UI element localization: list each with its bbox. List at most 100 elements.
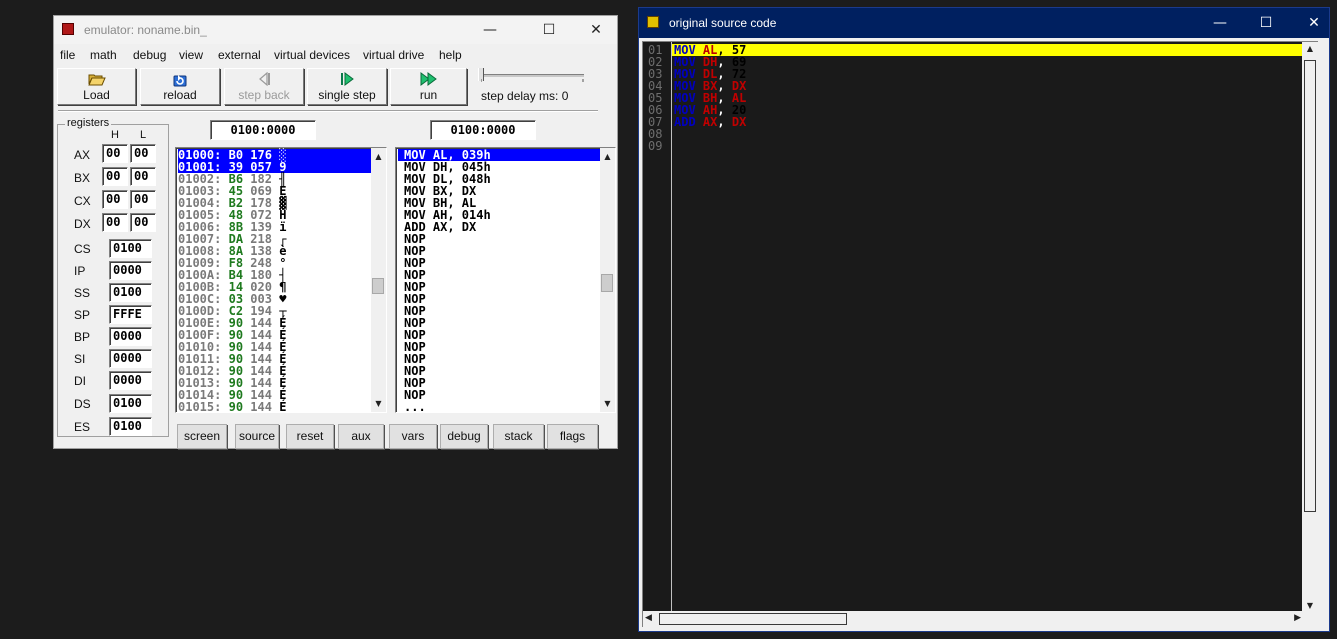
- dx-low-field[interactable]: 00: [130, 213, 156, 232]
- load-label: Load: [83, 88, 110, 102]
- memory-row[interactable]: 01015: 90 144 É: [178, 400, 371, 413]
- scroll-down-icon[interactable]: ▼: [1302, 601, 1318, 610]
- run-button[interactable]: run: [390, 68, 467, 105]
- menu-external[interactable]: external: [218, 48, 261, 62]
- ax-high-field[interactable]: 00: [102, 144, 128, 163]
- memory-list[interactable]: 01000: B0 176 ░ 01001: 39 057 9 01002: B6 …: [175, 147, 387, 413]
- menu-file[interactable]: file: [60, 48, 75, 62]
- menu-view[interactable]: view: [179, 48, 203, 62]
- disassembly-row[interactable]: NOP: [398, 245, 600, 257]
- minimize-icon[interactable]: —: [471, 18, 509, 42]
- menu-virtual-drive[interactable]: virtual drive: [363, 48, 424, 62]
- step-back-icon: [225, 71, 303, 88]
- scroll-up-icon[interactable]: ▲: [1302, 44, 1318, 53]
- scroll-up-icon[interactable]: ▲: [600, 149, 615, 164]
- bx-high-field[interactable]: 00: [102, 167, 128, 186]
- flags-button[interactable]: flags: [547, 424, 598, 449]
- ss-field[interactable]: 0100: [109, 283, 152, 302]
- emulator-titlebar[interactable]: emulator: noname.bin_ — ☐ ✕: [54, 16, 617, 44]
- maximize-icon[interactable]: ☐: [1247, 11, 1285, 35]
- disassembly-row[interactable]: NOP: [398, 329, 600, 341]
- vars-button[interactable]: vars: [389, 424, 437, 449]
- cx-high-field[interactable]: 00: [102, 190, 128, 209]
- disassembly-scroll-thumb[interactable]: [601, 274, 613, 292]
- close-icon[interactable]: ✕: [1295, 11, 1333, 35]
- source-editor[interactable]: 01 02 03 04 05 06 07 08 09 MOV AL, 57 MOV DH, 69 M…: [642, 41, 1318, 627]
- disassembly-row[interactable]: NOP: [398, 317, 600, 329]
- sp-field[interactable]: FFFE: [109, 305, 152, 324]
- disassembly-row[interactable]: ...: [398, 401, 600, 412]
- disassembly-scrollbar[interactable]: ▲ ▼: [600, 148, 615, 412]
- disassembly-list[interactable]: MOV AL, 039h MOV DH, 045h MOV DL, 048h MOV …: [395, 147, 616, 413]
- memory-hex: 90: [228, 400, 244, 413]
- step-delay-slider-track[interactable]: [481, 74, 584, 77]
- stack-button[interactable]: stack: [493, 424, 544, 449]
- reset-button[interactable]: reset: [286, 424, 334, 449]
- step-back-button[interactable]: step back: [224, 68, 304, 105]
- single-step-button[interactable]: single step: [307, 68, 387, 105]
- debug-button[interactable]: debug: [440, 424, 488, 449]
- source-line[interactable]: ADD AX, DX: [674, 116, 746, 128]
- disasm-address-field[interactable]: 0100:0000: [430, 120, 536, 140]
- disassembly-row[interactable]: NOP: [398, 389, 600, 401]
- source-vertical-scrollbar[interactable]: ▲ ▼: [1302, 42, 1318, 612]
- source-horizontal-thumb[interactable]: [659, 613, 847, 625]
- si-field[interactable]: 0000: [109, 349, 152, 368]
- disassembly-row[interactable]: NOP: [398, 293, 600, 305]
- source-button[interactable]: source: [235, 424, 279, 449]
- bx-low-field[interactable]: 00: [130, 167, 156, 186]
- di-field[interactable]: 0000: [109, 371, 152, 390]
- scroll-left-icon[interactable]: ◀: [645, 613, 652, 623]
- memory-address-field[interactable]: 0100:0000: [210, 120, 316, 140]
- disassembly-row[interactable]: NOP: [398, 257, 600, 269]
- ip-field[interactable]: 0000: [109, 261, 152, 280]
- register-label-dx: DX: [74, 217, 91, 231]
- scroll-down-icon[interactable]: ▼: [600, 396, 615, 411]
- disassembly-row[interactable]: NOP: [398, 365, 600, 377]
- menu-help[interactable]: help: [439, 48, 462, 62]
- source-horizontal-scrollbar[interactable]: ◀ ▶: [643, 611, 1303, 627]
- menu-debug[interactable]: debug: [133, 48, 166, 62]
- register-label-bp: BP: [74, 330, 91, 344]
- memory-chr: É: [279, 400, 287, 413]
- cs-field[interactable]: 0100: [109, 239, 152, 258]
- es-field[interactable]: 0100: [109, 417, 152, 436]
- single-step-label: single step: [318, 88, 376, 102]
- cx-low-field[interactable]: 00: [130, 190, 156, 209]
- ax-low-field[interactable]: 00: [130, 144, 156, 163]
- disassembly-row[interactable]: NOP: [398, 341, 600, 353]
- toolbar-separator: [58, 110, 598, 112]
- disassembly-row[interactable]: NOP: [398, 233, 600, 245]
- disassembly-row[interactable]: NOP: [398, 281, 600, 293]
- aux-button[interactable]: aux: [338, 424, 384, 449]
- screen-button[interactable]: screen: [177, 424, 227, 449]
- load-button[interactable]: Load: [57, 68, 136, 105]
- scroll-right-icon[interactable]: ▶: [1294, 613, 1301, 623]
- menu-math[interactable]: math: [90, 48, 117, 62]
- maximize-icon[interactable]: ☐: [530, 18, 568, 42]
- memory-scrollbar[interactable]: ▲ ▼: [371, 148, 386, 412]
- menu-virtual-devices[interactable]: virtual devices: [274, 48, 350, 62]
- source-vertical-thumb[interactable]: [1304, 60, 1316, 512]
- source-titlebar[interactable]: original source code — ☐ ✕: [639, 8, 1329, 38]
- disassembly-row[interactable]: NOP: [398, 377, 600, 389]
- register-col-h: H: [111, 129, 119, 141]
- source-app-icon: [647, 16, 659, 28]
- ds-field[interactable]: 0100: [109, 394, 152, 413]
- emulator-title: emulator: noname.bin_: [84, 23, 207, 37]
- disassembly-row[interactable]: NOP: [398, 305, 600, 317]
- bp-field[interactable]: 0000: [109, 327, 152, 346]
- reload-button[interactable]: reload: [140, 68, 220, 105]
- disassembly-row[interactable]: ADD AX, DX: [398, 221, 600, 233]
- close-icon[interactable]: ✕: [577, 18, 615, 42]
- minimize-icon[interactable]: —: [1201, 11, 1239, 35]
- disassembly-row[interactable]: NOP: [398, 269, 600, 281]
- memory-scroll-thumb[interactable]: [372, 278, 384, 294]
- emulator-menubar: file math debug view external virtual de…: [54, 46, 617, 66]
- dx-high-field[interactable]: 00: [102, 213, 128, 232]
- disassembly-row[interactable]: NOP: [398, 353, 600, 365]
- scroll-up-icon[interactable]: ▲: [371, 149, 386, 164]
- emulator-window: emulator: noname.bin_ — ☐ ✕ file math de…: [53, 15, 618, 449]
- register-col-l: L: [140, 129, 147, 141]
- scroll-down-icon[interactable]: ▼: [371, 396, 386, 411]
